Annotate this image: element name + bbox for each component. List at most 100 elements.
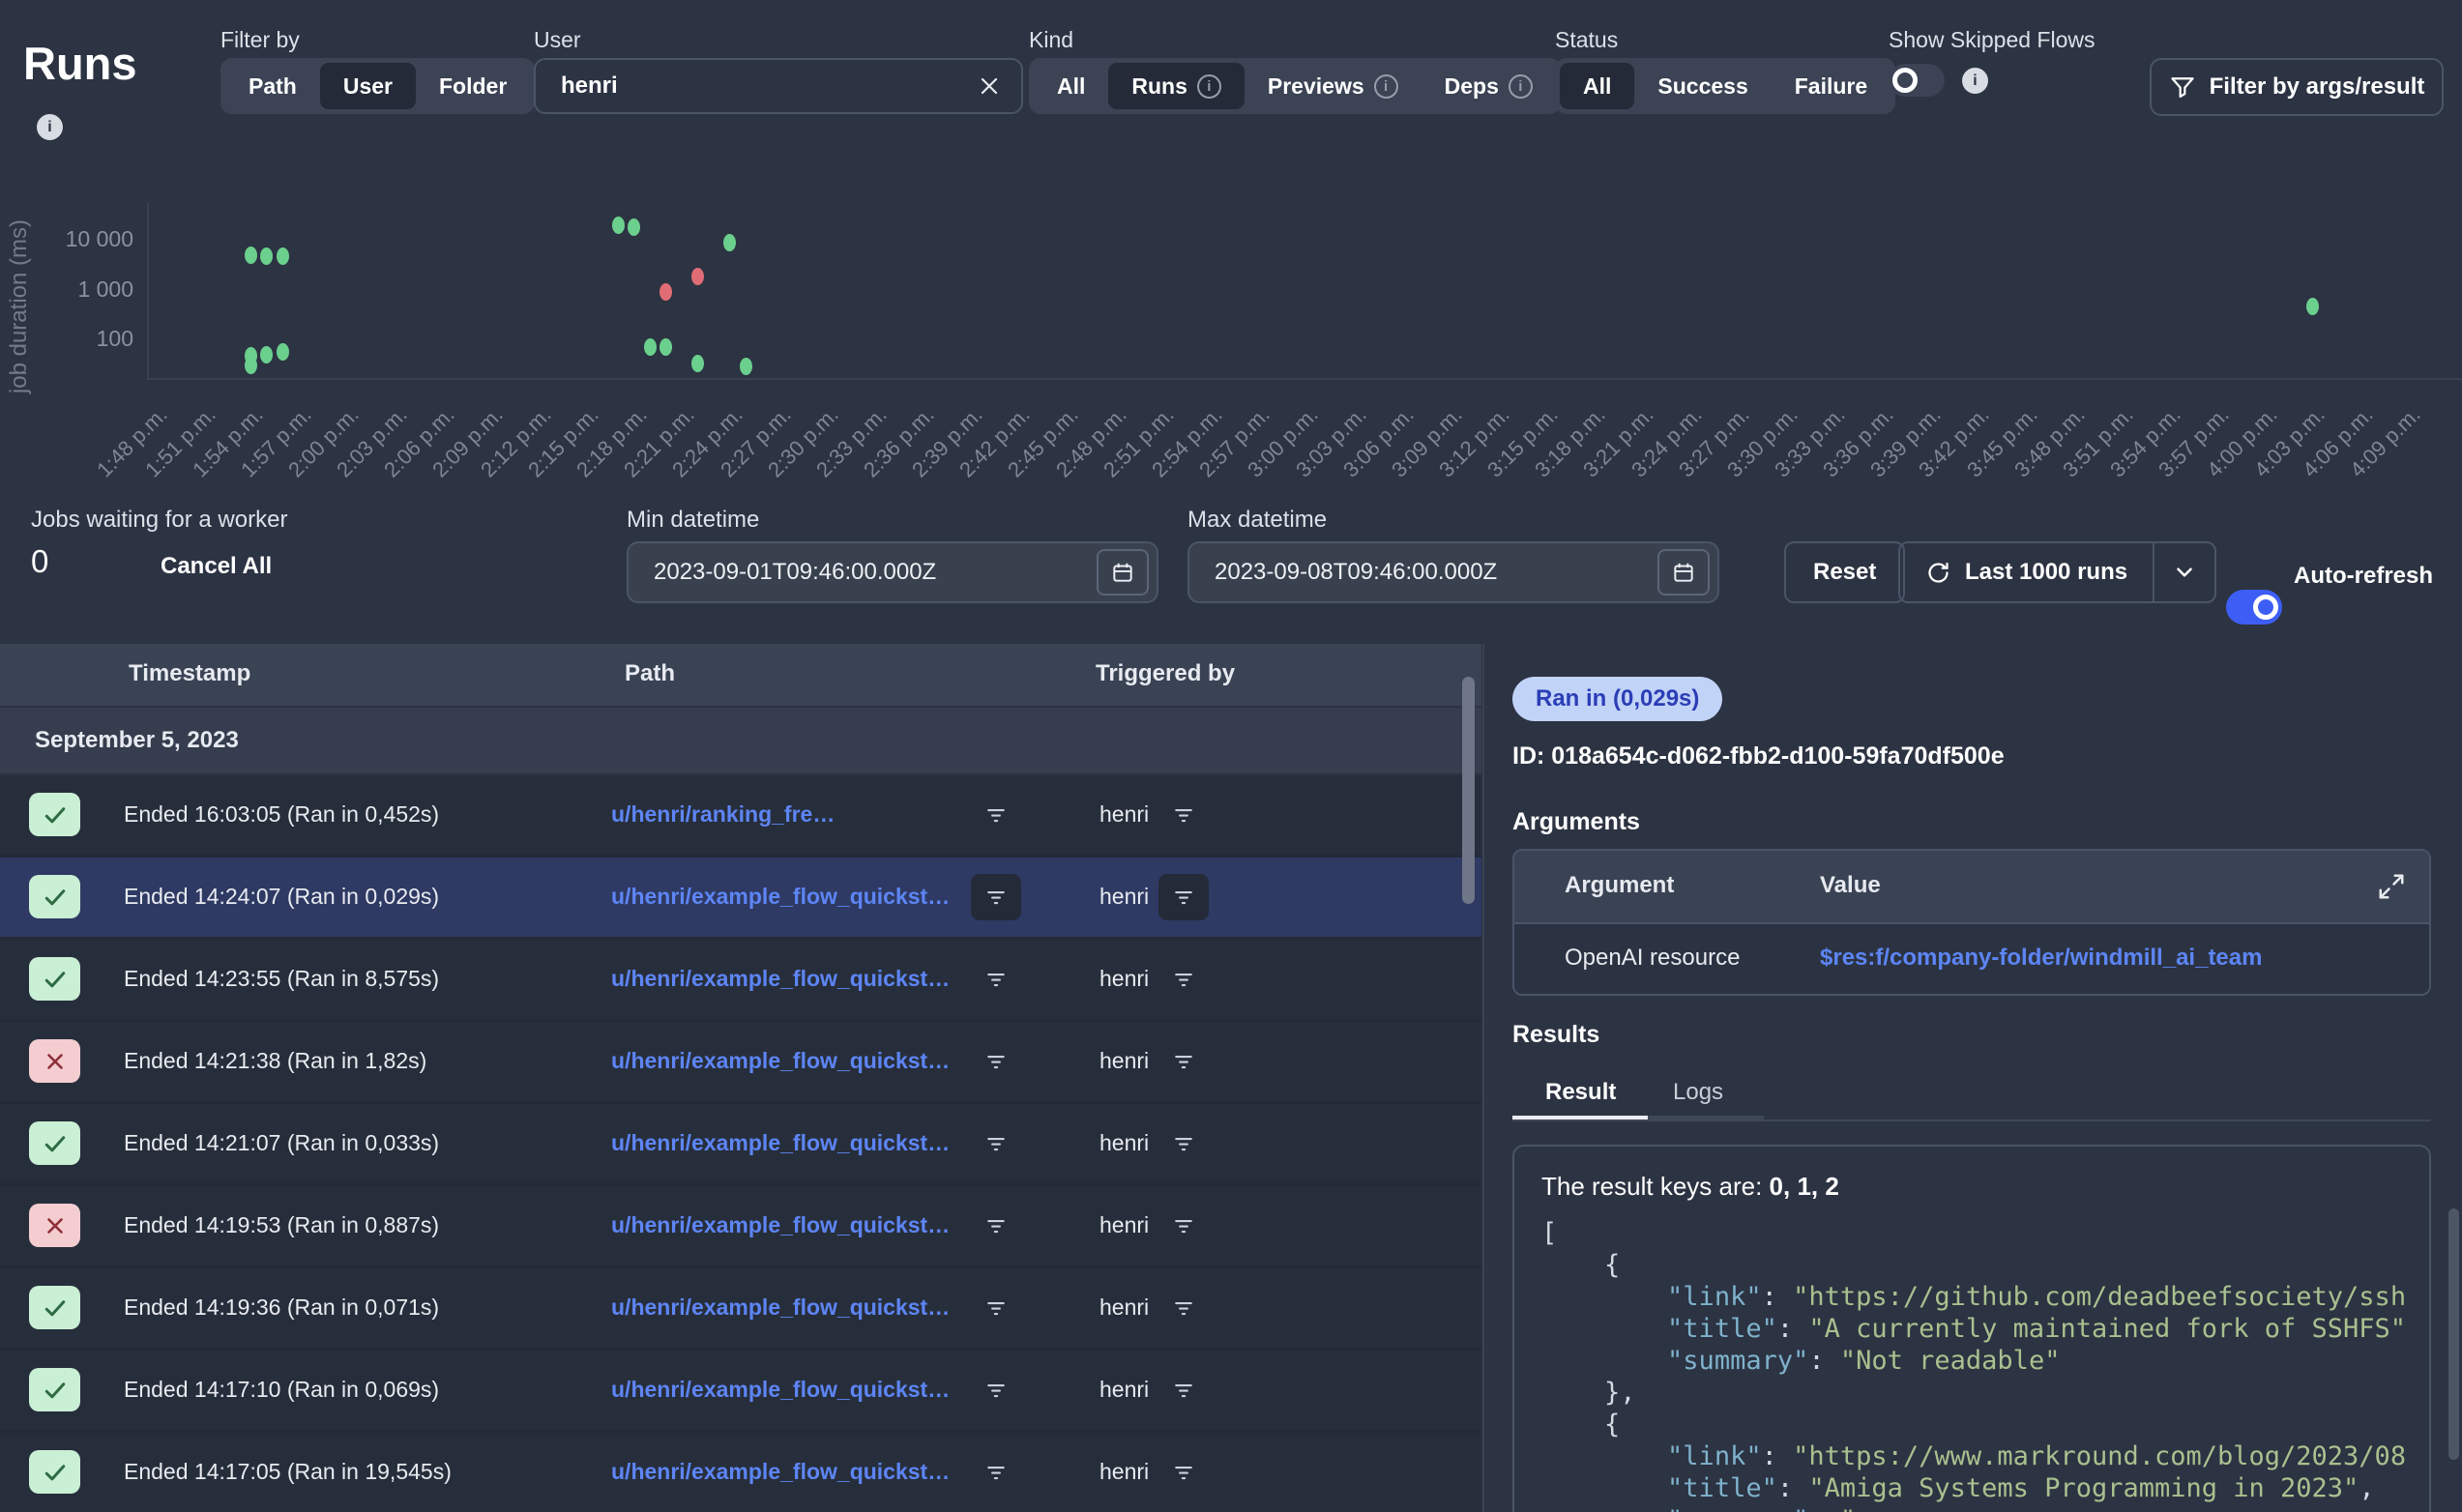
argument-value-link[interactable]: $res:f/company-folder/windmill_ai_team — [1820, 945, 2262, 972]
result-viewer[interactable]: The result keys are: 0, 1, 2 [ { "link":… — [1512, 1145, 2431, 1512]
filter-by-user[interactable]: User — [320, 63, 416, 109]
max-datetime-input[interactable]: 2023-09-08T09:46:00.000Z — [1187, 541, 1719, 603]
tab-result[interactable]: Result — [1545, 1079, 1616, 1106]
table-header: Timestamp Path Triggered by — [0, 644, 1481, 706]
success-point[interactable] — [277, 247, 289, 265]
success-point[interactable] — [260, 247, 273, 265]
filter-by-path-icon[interactable] — [971, 1038, 1021, 1085]
kind-runs-info-icon[interactable]: i — [1197, 74, 1221, 99]
kind-previews[interactable]: Previews i — [1245, 63, 1422, 109]
tab-logs[interactable]: Logs — [1673, 1079, 1723, 1106]
failure-point[interactable] — [659, 283, 672, 301]
run-path-link[interactable]: u/henri/example_flow_quickst… — [611, 966, 950, 992]
panel-scrollbar[interactable] — [2448, 1208, 2459, 1460]
filter-by-path-icon[interactable] — [971, 1285, 1021, 1331]
success-point[interactable] — [260, 346, 273, 363]
filter-by-user-icon[interactable] — [1158, 1120, 1209, 1167]
filter-by-path-icon[interactable] — [971, 1120, 1021, 1167]
table-row[interactable]: Ended 14:19:53 (Ran in 0,887s)u/henri/ex… — [0, 1186, 1481, 1268]
min-datetime-input[interactable]: 2023-09-01T09:46:00.000Z — [627, 541, 1158, 603]
run-user: henri — [1099, 801, 1149, 828]
success-point[interactable] — [612, 217, 625, 234]
status-all[interactable]: All — [1560, 63, 1634, 109]
success-point[interactable] — [723, 234, 736, 251]
run-path-link[interactable]: u/henri/example_flow_quickst… — [611, 1294, 950, 1321]
success-icon — [29, 1450, 80, 1494]
kind-runs[interactable]: Runs i — [1108, 63, 1245, 109]
kind-deps[interactable]: Deps i — [1422, 63, 1556, 109]
success-point[interactable] — [2306, 298, 2319, 315]
status-failure[interactable]: Failure — [1772, 63, 1890, 109]
table-row[interactable]: Ended 14:19:36 (Ran in 0,071s)u/henri/ex… — [0, 1268, 1481, 1351]
last-runs-button[interactable]: Last 1000 runs — [1898, 541, 2216, 603]
filter-by-user-icon[interactable] — [1158, 1449, 1209, 1496]
success-point[interactable] — [644, 338, 657, 356]
skipped-flows-info-icon[interactable]: i — [1962, 68, 1988, 94]
kind-all[interactable]: All — [1034, 63, 1108, 109]
table-row[interactable]: Ended 14:21:38 (Ran in 1,82s)u/henri/exa… — [0, 1022, 1481, 1104]
success-icon — [29, 957, 80, 1001]
status-success[interactable]: Success — [1634, 63, 1771, 109]
chart-y-axis-line — [147, 203, 149, 379]
filter-by-path-icon[interactable] — [971, 1367, 1021, 1413]
filter-by-user-icon[interactable] — [1158, 792, 1209, 838]
runs-info-icon[interactable]: i — [37, 114, 63, 140]
success-point[interactable] — [691, 355, 704, 372]
filter-by-user-icon[interactable] — [1158, 1203, 1209, 1249]
filter-by-user-icon[interactable] — [1158, 1038, 1209, 1085]
col-timestamp[interactable]: Timestamp — [129, 660, 250, 687]
run-timestamp: Ended 16:03:05 (Ran in 0,452s) — [124, 801, 439, 828]
table-row[interactable]: Ended 14:24:07 (Ran in 0,029s)u/henri/ex… — [0, 858, 1481, 940]
json-line: [ — [1541, 1217, 2402, 1249]
run-path-link[interactable]: u/henri/example_flow_quickst… — [611, 1048, 950, 1074]
run-path-link[interactable]: u/henri/example_flow_quickst… — [611, 1459, 950, 1485]
filter-by-user-icon[interactable] — [1158, 1367, 1209, 1413]
kind-deps-info-icon[interactable]: i — [1509, 74, 1533, 99]
min-calendar-icon[interactable] — [1097, 549, 1149, 596]
run-path-link[interactable]: u/henri/ranking_fre… — [611, 801, 835, 828]
filter-args-button[interactable]: Filter by args/result — [2150, 58, 2444, 116]
skipped-flows-toggle[interactable] — [1889, 64, 1945, 97]
clear-user-icon[interactable] — [979, 75, 1000, 97]
success-point[interactable] — [245, 247, 257, 264]
filter-by-path-icon[interactable] — [971, 956, 1021, 1003]
table-row[interactable]: Ended 14:21:07 (Ran in 0,033s)u/henri/ex… — [0, 1104, 1481, 1186]
table-row[interactable]: Ended 14:23:55 (Ran in 8,575s)u/henri/ex… — [0, 940, 1481, 1022]
success-point[interactable] — [245, 347, 257, 364]
filter-by-path-icon[interactable] — [971, 1449, 1021, 1496]
run-path-link[interactable]: u/henri/example_flow_quickst… — [611, 1212, 950, 1238]
filter-by-path-icon[interactable] — [971, 792, 1021, 838]
success-point[interactable] — [740, 358, 752, 375]
filter-by-user-icon[interactable] — [1158, 874, 1209, 920]
run-path-link[interactable]: u/henri/example_flow_quickst… — [611, 1130, 950, 1156]
table-row[interactable]: Ended 16:03:05 (Ran in 0,452s) u/henri/ra… — [0, 775, 1481, 858]
col-path[interactable]: Path — [625, 660, 675, 687]
success-point[interactable] — [628, 218, 640, 236]
filter-by-path-icon[interactable] — [971, 1203, 1021, 1249]
failure-point[interactable] — [691, 268, 704, 285]
cancel-all-button[interactable]: Cancel All — [161, 553, 272, 580]
run-user: henri — [1099, 1130, 1149, 1156]
max-calendar-icon[interactable] — [1657, 549, 1710, 596]
table-row[interactable]: Ended 14:17:10 (Ran in 0,069s)u/henri/ex… — [0, 1351, 1481, 1433]
filter-by-folder[interactable]: Folder — [416, 63, 530, 109]
col-triggered-by[interactable]: Triggered by — [1096, 660, 1235, 687]
filter-by-path[interactable]: Path — [225, 63, 320, 109]
filter-by-user-icon[interactable] — [1158, 1285, 1209, 1331]
success-point[interactable] — [659, 338, 672, 356]
user-input[interactable]: henri — [534, 58, 1023, 114]
kind-previews-info-icon[interactable]: i — [1374, 74, 1398, 99]
funnel-icon — [2169, 73, 2196, 101]
reset-button[interactable]: Reset — [1784, 541, 1905, 603]
table-scrollbar[interactable] — [1462, 677, 1475, 904]
filter-by-path-icon[interactable] — [971, 874, 1021, 920]
filter-by-user-icon[interactable] — [1158, 956, 1209, 1003]
table-row[interactable]: Ended 14:17:05 (Ran in 19,545s)u/henri/e… — [0, 1433, 1481, 1512]
chevron-down-icon[interactable] — [2154, 560, 2214, 585]
expand-icon[interactable] — [2377, 872, 2406, 901]
auto-refresh-toggle[interactable] — [2226, 590, 2282, 625]
panel-divider — [1482, 644, 1484, 1512]
run-path-link[interactable]: u/henri/example_flow_quickst… — [611, 884, 950, 910]
run-path-link[interactable]: u/henri/example_flow_quickst… — [611, 1377, 950, 1403]
success-point[interactable] — [277, 343, 289, 361]
